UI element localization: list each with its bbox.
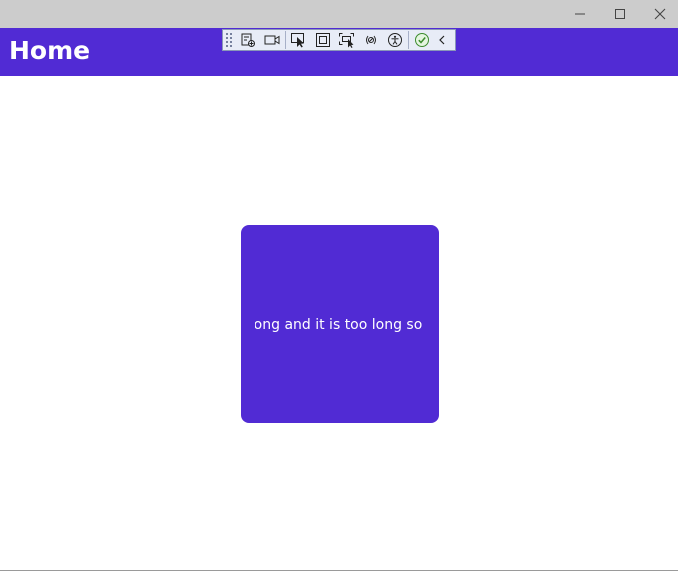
window-titlebar[interactable] bbox=[0, 0, 678, 28]
select-element-button[interactable] bbox=[287, 30, 311, 50]
binding-failures-button[interactable] bbox=[359, 30, 383, 50]
record-button[interactable] bbox=[260, 30, 284, 50]
track-focused-element-icon bbox=[339, 33, 354, 48]
xaml-debug-toolbar bbox=[222, 29, 456, 51]
select-element-icon bbox=[291, 33, 304, 48]
label-text-viewport: This text is long and it is too long so … bbox=[255, 314, 427, 336]
long-label-text: This text is long and it is too long so … bbox=[255, 317, 427, 333]
collapse-chevron-icon bbox=[439, 35, 445, 45]
display-layout-adorners-icon bbox=[316, 33, 330, 47]
collapse-toolbar-button[interactable] bbox=[434, 30, 450, 50]
toolbar-separator bbox=[285, 31, 286, 49]
live-visual-tree-button[interactable] bbox=[236, 30, 260, 50]
close-icon bbox=[654, 8, 666, 20]
display-layout-adorners-button[interactable] bbox=[311, 30, 335, 50]
scan-status-button[interactable] bbox=[410, 30, 434, 50]
page-title: Home bbox=[9, 36, 91, 65]
scan-status-ok-icon bbox=[415, 33, 429, 47]
minimize-button[interactable] bbox=[560, 0, 600, 28]
app-window: Home ong and it is too long so bbox=[0, 0, 678, 571]
maximize-button[interactable] bbox=[600, 0, 640, 28]
toolbar-grip[interactable] bbox=[225, 32, 233, 48]
label-box: This text is long and it is too long so … bbox=[241, 225, 439, 423]
accessibility-checker-icon bbox=[388, 33, 402, 47]
close-button[interactable] bbox=[640, 0, 678, 28]
toolbar-separator bbox=[408, 31, 409, 49]
minimize-icon bbox=[575, 13, 585, 15]
accessibility-checker-button[interactable] bbox=[383, 30, 407, 50]
record-icon bbox=[264, 35, 280, 45]
maximize-icon bbox=[615, 9, 625, 19]
binding-failures-icon bbox=[366, 35, 376, 45]
live-visual-tree-icon bbox=[241, 33, 255, 47]
track-focused-element-button[interactable] bbox=[335, 30, 359, 50]
